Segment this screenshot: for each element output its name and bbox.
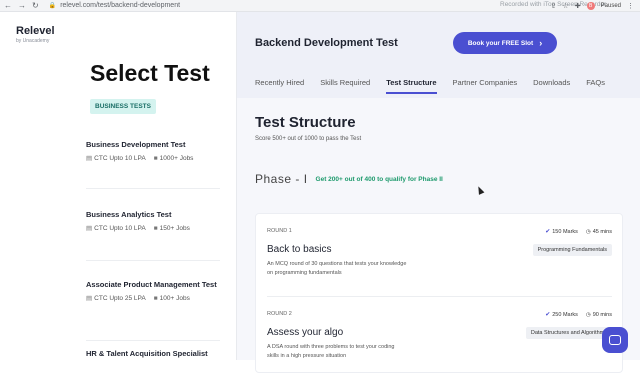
book-slot-button[interactable]: Book your FREE Slot › [453, 32, 557, 54]
star-icon[interactable]: ☆ [562, 2, 568, 10]
more-icon[interactable]: ⋮ [627, 2, 634, 10]
browser-toolbar: ← → ↻ 🔒 relevel.com/test/backend-develop… [0, 0, 640, 12]
check-icon: ✔ [545, 229, 551, 235]
extension-icon[interactable]: ✚ [575, 2, 581, 10]
ctc-label: CTC Upto 10 LPA [94, 225, 146, 232]
tab-downloads[interactable]: Downloads [533, 78, 570, 94]
round-duration: 45 mins [592, 228, 612, 235]
round-tag: Data Structures and Algorithms [525, 327, 612, 339]
brand-name: Relevel [16, 25, 55, 37]
tab-recently-hired[interactable]: Recently Hired [255, 78, 304, 94]
briefcase-icon: ■ [153, 154, 158, 162]
ctc-label: CTC Upto 10 LPA [94, 155, 146, 162]
back-icon[interactable]: ← [4, 1, 12, 10]
briefcase-icon: ■ [153, 294, 158, 302]
round-marks: 150 Marks [552, 229, 578, 235]
tab-faqs[interactable]: FAQs [586, 78, 605, 94]
rounds-card: ROUND 1 Back to basics An MCQ round of 3… [255, 213, 623, 373]
main-content: Backend Development Test Book your FREE … [236, 12, 640, 373]
reload-icon[interactable]: ↻ [32, 1, 39, 10]
test-title: Business Analytics Test [86, 210, 172, 219]
test-title: HR & Talent Acquisition Specialist [86, 349, 208, 358]
forward-icon[interactable]: → [18, 1, 26, 10]
money-icon: ▤ [86, 225, 93, 232]
round-duration: 90 mins [592, 311, 612, 318]
test-title: Business Development Test [86, 140, 186, 149]
brand-sub: by Unacademy [16, 38, 50, 44]
phase-label: Phase - I [255, 172, 308, 186]
category-badge[interactable]: BUSINESS TESTS [90, 99, 156, 114]
round-stats: ✔ 250 Marks ◷ 90 mins [545, 311, 612, 319]
test-item[interactable]: Associate Product Management Test ▤ CTC U… [86, 279, 220, 341]
left-panel: Relevel by Unacademy Select Test BUSINES… [0, 12, 236, 360]
share-icon[interactable]: ⇪ [551, 2, 557, 10]
book-slot-label: Book your FREE Slot [467, 39, 534, 47]
phase-qualify-text: Get 200+ out of 400 to qualify for Phase… [315, 175, 443, 183]
chevron-right-icon: › [539, 38, 543, 48]
test-item[interactable]: Business Analytics Test ▤ CTC Upto 10 LPA… [86, 209, 220, 261]
paused-indicator[interactable]: Paused [601, 3, 621, 9]
section-subtitle: Score 500+ out of 1000 to pass the Test [255, 136, 362, 142]
tab-test-structure[interactable]: Test Structure [386, 78, 437, 94]
test-header: Backend Development Test Book your FREE … [237, 12, 640, 98]
clock-icon: ◷ [585, 228, 591, 235]
tab-partner-companies[interactable]: Partner Companies [453, 78, 518, 94]
round-description: An MCQ round of 30 questions that tests … [267, 261, 407, 276]
briefcase-icon: ■ [153, 224, 158, 232]
money-icon: ▤ [86, 155, 93, 162]
check-icon: ✔ [545, 312, 551, 318]
test-item[interactable]: Business Development Test ▤ CTC Upto 10 L… [86, 139, 220, 189]
profile-avatar[interactable]: B [586, 2, 595, 10]
page-title: Backend Development Test [255, 37, 398, 49]
round-item: ROUND 1 Back to basics An MCQ round of 3… [267, 228, 612, 277]
jobs-label: 1000+ Jobs [159, 154, 194, 162]
round-marks: 250 Marks [552, 312, 578, 318]
jobs-label: 150+ Jobs [159, 224, 190, 232]
divider [267, 296, 612, 297]
chat-icon [609, 335, 621, 345]
jobs-label: 100+ Jobs [159, 294, 190, 302]
section-title: Test Structure [255, 114, 356, 131]
money-icon: ▤ [86, 295, 93, 302]
phase-header: Phase - I Get 200+ out of 400 to qualify… [255, 172, 443, 186]
test-title: Associate Product Management Test [86, 280, 217, 289]
brand-logo[interactable]: Relevel by Unacademy [16, 25, 55, 44]
ctc-label: CTC Upto 25 LPA [94, 295, 146, 302]
tab-skills-required[interactable]: Skills Required [320, 78, 370, 94]
tab-bar: Recently Hired Skills Required Test Stru… [255, 78, 621, 94]
round-stats: ✔ 150 Marks ◷ 45 mins [545, 228, 612, 236]
round-tag: Programming Fundamentals [532, 244, 612, 256]
lock-icon[interactable]: 🔒 [49, 2, 56, 9]
chat-button[interactable] [602, 327, 628, 353]
round-description: A DSA round with three problems to test … [267, 344, 395, 359]
address-bar[interactable]: relevel.com/test/backend-development [60, 2, 180, 9]
select-test-title: Select Test [90, 60, 210, 86]
clock-icon: ◷ [585, 311, 591, 318]
round-item: ROUND 2 Assess your algo A DSA round wit… [267, 311, 612, 360]
